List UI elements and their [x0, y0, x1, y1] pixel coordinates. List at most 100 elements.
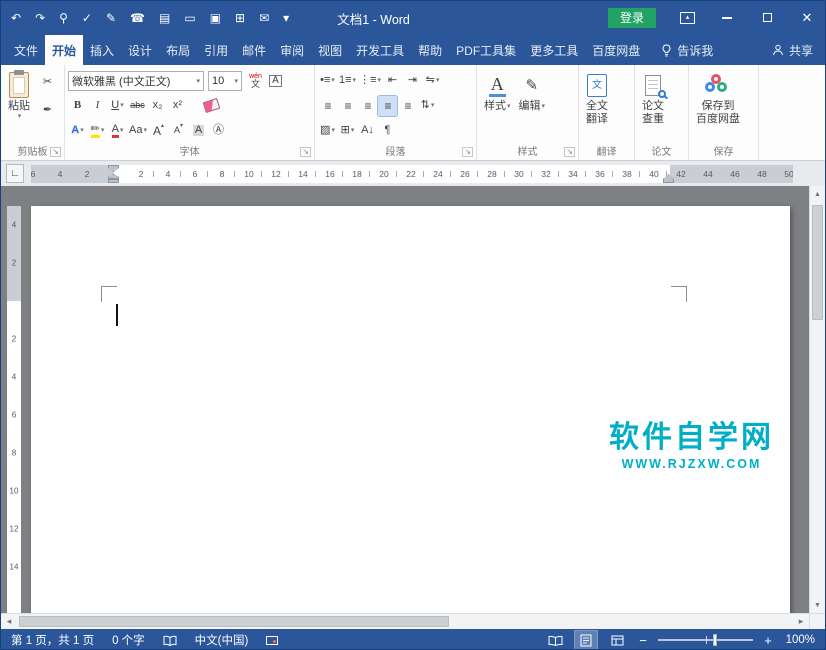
- subscript-button[interactable]: x₂: [148, 96, 167, 116]
- text-effects-button[interactable]: A▾: [68, 121, 87, 141]
- clear-formatting-button[interactable]: [202, 96, 221, 116]
- tab-insert[interactable]: 插入: [83, 35, 121, 65]
- horizontal-scrollbar[interactable]: ◂ ▸: [1, 613, 825, 629]
- paper-check-button[interactable]: 论文 查重: [638, 68, 668, 128]
- scroll-left-button[interactable]: ◂: [1, 616, 17, 627]
- superscript-button[interactable]: x²: [168, 96, 187, 116]
- justify-button[interactable]: ≡: [378, 96, 397, 116]
- align-left-button[interactable]: ≡: [318, 96, 337, 116]
- save-to-netdisk-button[interactable]: 保存到 百度网盘: [692, 68, 744, 128]
- font-size-select[interactable]: 10 ▾: [208, 71, 242, 91]
- email-icon[interactable]: ✉: [259, 12, 269, 24]
- proofing-button[interactable]: [163, 635, 177, 646]
- scroll-right-button[interactable]: ▸: [793, 616, 809, 627]
- italic-button[interactable]: I: [88, 96, 107, 116]
- vertical-scrollbar-thumb[interactable]: [812, 205, 823, 320]
- zoom-slider-thumb[interactable]: [713, 634, 717, 646]
- line-spacing-button[interactable]: ⇅▾: [418, 96, 437, 116]
- tab-help[interactable]: 帮助: [411, 35, 449, 65]
- paragraph-dialog-launcher[interactable]: ↘: [462, 147, 473, 157]
- macro-record-button[interactable]: [266, 636, 278, 645]
- shrink-font-button[interactable]: A▾: [169, 121, 188, 141]
- bullets-button[interactable]: •≡▾: [318, 71, 337, 91]
- paste-button[interactable]: 粘贴 ▾: [4, 68, 34, 122]
- character-border-button[interactable]: A: [266, 71, 285, 91]
- contacts-icon[interactable]: ☎: [130, 12, 145, 24]
- tab-design[interactable]: 设计: [121, 35, 159, 65]
- new-document-icon[interactable]: ▤: [159, 12, 170, 24]
- print-icon[interactable]: ⊞: [235, 12, 245, 24]
- language-indicator[interactable]: 中文(中国): [195, 632, 249, 648]
- phonetic-guide-button[interactable]: wén 文: [246, 71, 265, 91]
- qat-more-icon[interactable]: ▾: [283, 12, 289, 24]
- tab-layout[interactable]: 布局: [159, 35, 197, 65]
- open-file-icon[interactable]: ▭: [184, 12, 195, 24]
- tab-baidu-netdisk[interactable]: 百度网盘: [585, 35, 647, 65]
- show-marks-button[interactable]: ¶: [378, 121, 397, 141]
- scroll-down-button[interactable]: ▼: [810, 597, 825, 613]
- tab-mailings[interactable]: 邮件: [235, 35, 273, 65]
- multilevel-list-button[interactable]: ⋮≡▾: [358, 71, 382, 91]
- redo-icon[interactable]: ↷: [35, 12, 45, 24]
- zoom-in-button[interactable]: +: [762, 633, 774, 648]
- vertical-scrollbar[interactable]: ▲ ▼: [809, 186, 825, 613]
- tab-developer[interactable]: 开发工具: [349, 35, 411, 65]
- highlight-button[interactable]: ✏▾: [88, 121, 107, 141]
- bold-button[interactable]: B: [68, 96, 87, 116]
- word-count[interactable]: 0 个字: [112, 632, 145, 648]
- vertical-ruler[interactable]: 422468101214: [7, 206, 21, 613]
- share-button[interactable]: 共享: [772, 35, 813, 65]
- font-dialog-launcher[interactable]: ↘: [300, 147, 311, 157]
- borders-button[interactable]: ⊞▾: [338, 121, 357, 141]
- font-color-button[interactable]: A▾: [108, 121, 127, 141]
- maximize-button[interactable]: [759, 10, 775, 26]
- close-button[interactable]: ✕: [799, 10, 815, 26]
- change-case-button[interactable]: Aa▾: [128, 121, 148, 141]
- draw-table-icon[interactable]: ✎: [106, 12, 116, 24]
- clipboard-dialog-launcher[interactable]: ↘: [50, 147, 61, 157]
- document-page[interactable]: 软件自学网 WWW.RJZXW.COM: [31, 206, 790, 613]
- save-icon[interactable]: ▣: [210, 12, 221, 24]
- print-layout-button[interactable]: [575, 631, 597, 649]
- asian-layout-button[interactable]: ⇋▾: [423, 71, 442, 91]
- numbering-button[interactable]: 1≡▾: [338, 71, 357, 91]
- horizontal-ruler[interactable]: 6422468101214161820222426283032343638404…: [31, 165, 793, 183]
- cut-button[interactable]: ✂: [38, 72, 57, 92]
- undo-icon[interactable]: ↶: [11, 12, 21, 24]
- align-center-button[interactable]: ≡: [338, 96, 357, 116]
- zoom-slider[interactable]: [658, 639, 753, 641]
- tab-view[interactable]: 视图: [311, 35, 349, 65]
- sort-button[interactable]: A↓: [358, 121, 377, 141]
- left-indent-marker[interactable]: [108, 179, 119, 183]
- grow-font-button[interactable]: A▴: [149, 121, 168, 141]
- tab-references[interactable]: 引用: [197, 35, 235, 65]
- tab-file[interactable]: 文件: [7, 35, 45, 65]
- enclose-char-button[interactable]: Ⓐ: [209, 121, 228, 141]
- full-text-translate-button[interactable]: 文 全文 翻译: [582, 68, 612, 128]
- spelling-grammar-icon[interactable]: ✓: [82, 12, 92, 24]
- tab-selector-button[interactable]: ∟: [6, 164, 24, 183]
- align-right-button[interactable]: ≡: [358, 96, 377, 116]
- scroll-up-button[interactable]: ▲: [810, 186, 825, 202]
- tab-home[interactable]: 开始: [45, 35, 83, 65]
- login-button[interactable]: 登录: [608, 8, 656, 28]
- increase-indent-button[interactable]: ⇥: [403, 71, 422, 91]
- horizontal-scrollbar-track[interactable]: [17, 614, 793, 629]
- read-mode-button[interactable]: [544, 631, 566, 649]
- tab-more-tools[interactable]: 更多工具: [523, 35, 585, 65]
- styles-button[interactable]: A 样式▾: [480, 68, 515, 115]
- zoom-percentage[interactable]: 100%: [783, 634, 815, 646]
- zoom-out-button[interactable]: −: [637, 633, 649, 648]
- styles-dialog-launcher[interactable]: ↘: [564, 147, 575, 157]
- tab-pdf-tools[interactable]: PDF工具集: [449, 35, 523, 65]
- web-layout-button[interactable]: [606, 631, 628, 649]
- print-preview-icon[interactable]: ⚲: [59, 12, 68, 24]
- horizontal-scrollbar-thumb[interactable]: [19, 616, 449, 627]
- decrease-indent-button[interactable]: ⇤: [383, 71, 402, 91]
- tab-review[interactable]: 审阅: [273, 35, 311, 65]
- page-indicator[interactable]: 第 1 页，共 1 页: [11, 632, 94, 648]
- strikethrough-button[interactable]: abc: [128, 96, 147, 116]
- shading-button[interactable]: ▨▾: [318, 121, 337, 141]
- style-editor-button[interactable]: ✎ 编辑▾: [515, 68, 550, 115]
- ribbon-display-options-icon[interactable]: ▴: [680, 12, 695, 24]
